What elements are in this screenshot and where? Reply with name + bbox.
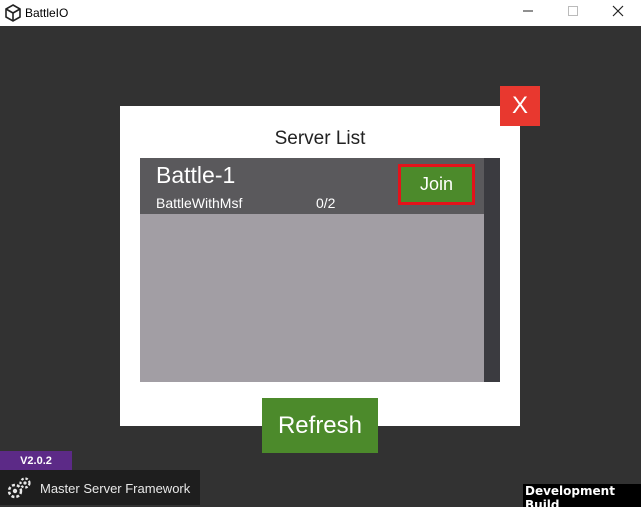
gears-icon xyxy=(6,475,32,501)
window-title: BattleIO xyxy=(25,6,69,20)
dialog-title: Server List xyxy=(274,128,366,149)
framework-brand: Master Server Framework xyxy=(0,470,200,505)
server-player-count: 0/2 xyxy=(316,195,336,211)
list-scrollbar[interactable] xyxy=(484,158,500,382)
server-name: Battle-1 xyxy=(156,162,236,188)
minimize-button[interactable] xyxy=(505,0,551,26)
server-list-dialog: Server List Battle-1 BattleWithMsf 0/2 J… xyxy=(120,106,520,426)
unity-logo-icon xyxy=(4,4,22,22)
close-dialog-button[interactable]: X xyxy=(500,86,540,126)
maximize-button[interactable] xyxy=(550,0,596,26)
brand-name: Master Server Framework xyxy=(40,481,191,496)
development-build-label: Development Build xyxy=(523,484,641,507)
version-badge: V2.0.2 xyxy=(0,451,72,470)
close-window-button[interactable] xyxy=(595,0,641,26)
server-list: Battle-1 BattleWithMsf 0/2 Join xyxy=(140,158,500,382)
maximize-icon xyxy=(567,4,579,22)
refresh-button[interactable]: Refresh xyxy=(262,398,378,453)
server-row[interactable]: Battle-1 BattleWithMsf 0/2 Join xyxy=(140,158,484,214)
join-button[interactable]: Join xyxy=(398,164,475,205)
game-viewport: Server List Battle-1 BattleWithMsf 0/2 J… xyxy=(0,26,641,507)
server-map: BattleWithMsf xyxy=(156,195,243,211)
minimize-icon xyxy=(522,4,534,22)
close-icon xyxy=(612,4,624,22)
window-titlebar: BattleIO xyxy=(0,0,641,26)
